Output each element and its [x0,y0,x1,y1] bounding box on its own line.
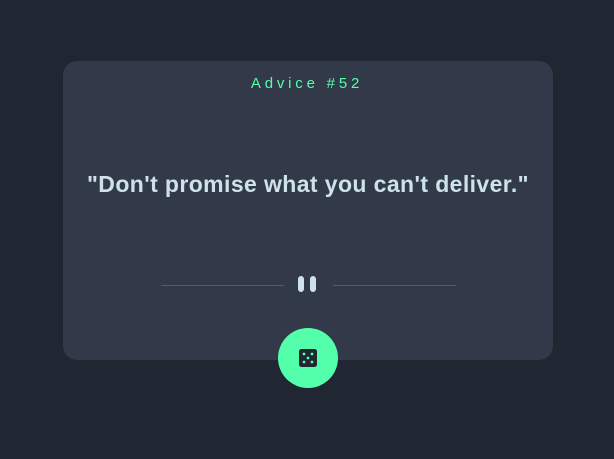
advice-id-heading: Advice #52 [250,75,364,92]
new-advice-button[interactable] [278,328,338,388]
advice-quote: "Don't promise what you can't deliver." [87,171,529,197]
divider-line-left [161,285,284,286]
advice-card [63,61,553,360]
pause-icon [298,276,320,294]
pause-bar-left [298,276,304,292]
divider-line-right [333,285,456,286]
pattern-divider [161,276,456,294]
dice-icon [299,349,317,367]
pause-bar-right [310,276,316,292]
